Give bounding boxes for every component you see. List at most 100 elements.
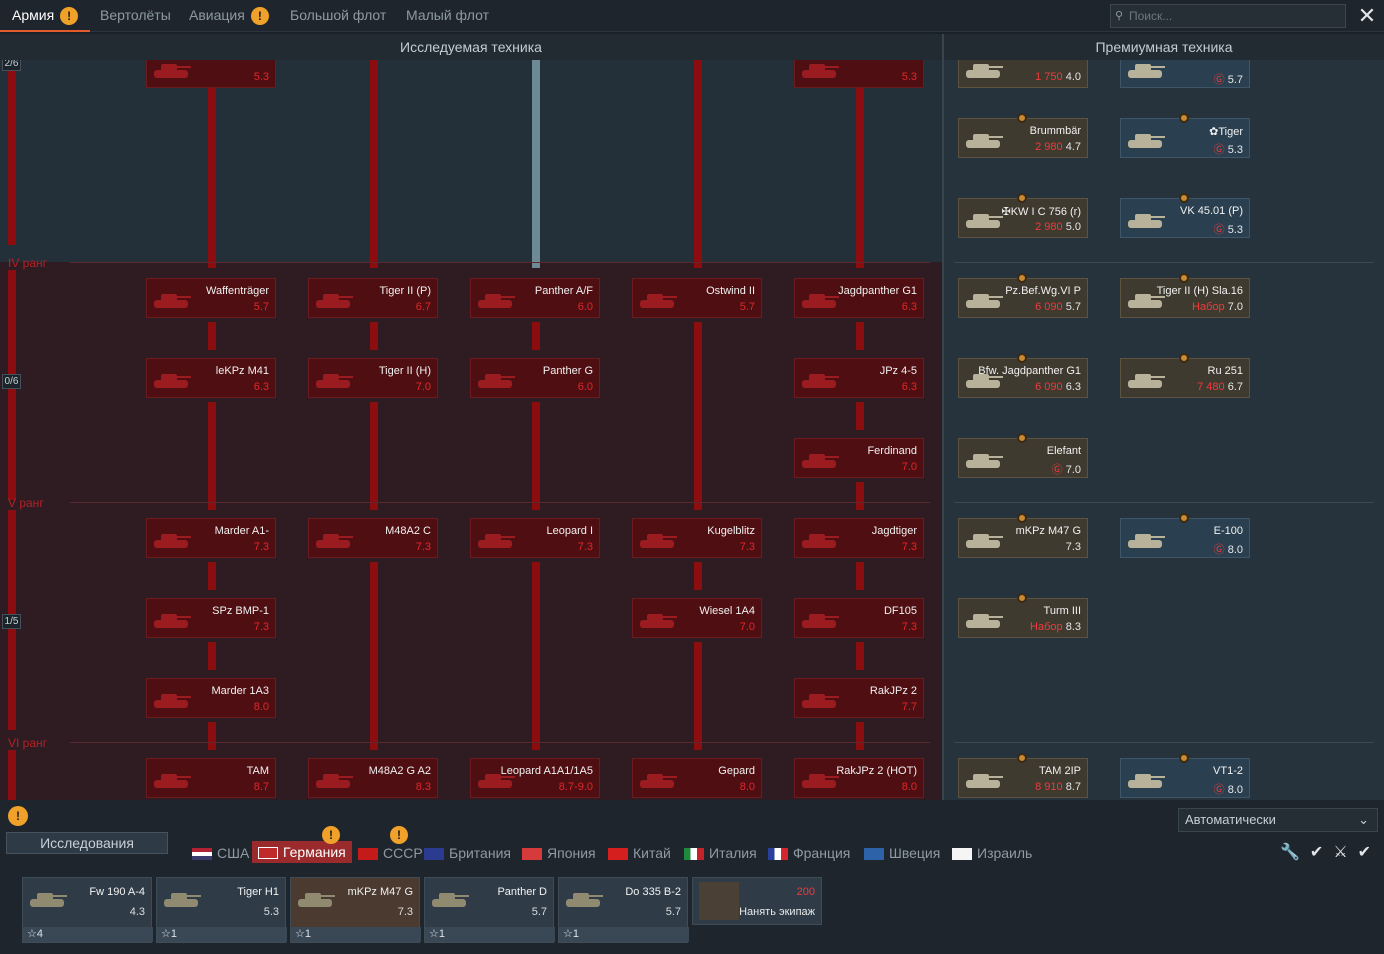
vehicle-card[interactable]: RakJPz 2 7.7 [794, 678, 924, 718]
premium-vehicle-card[interactable]: ✠KW I C 756 (r) 2 980 5.0 [958, 193, 1088, 238]
tab-aviation[interactable]: Авиация! [189, 0, 269, 32]
nation-usa[interactable]: США [192, 843, 249, 863]
vehicle-card[interactable]: DF105 7.3 [794, 598, 924, 638]
crew-portrait-icon [699, 882, 739, 920]
vehicle-card[interactable]: Leopard A1A1/1A5 8.7-9.0 [470, 758, 600, 798]
vehicle-name: Wiesel 1A4 [699, 605, 755, 617]
vehicle-card[interactable]: Jagdtiger 7.3 [794, 518, 924, 558]
premium-vehicle-card[interactable]: Tiger II (H) Sla.16 Набор 7.0 [1120, 273, 1250, 318]
vehicle-card[interactable]: Panther G 6.0 [470, 358, 600, 398]
nation-china[interactable]: Китай [608, 843, 671, 863]
premium-header: Премиумная техника [942, 34, 1384, 60]
flag-israel-icon [952, 848, 972, 861]
tab-bluewater-fleet[interactable]: Большой флот [290, 0, 386, 32]
crew-slot[interactable]: Do 335 B-2 5.7 ☆1 [558, 877, 689, 943]
vehicle-name: ✿Tiger [1209, 126, 1243, 138]
vehicle-price: Набор [1192, 301, 1225, 313]
premium-vehicle-card[interactable]: 1 750 4.0 [958, 60, 1088, 88]
vehicle-card[interactable]: Kugelblitz 7.3 [632, 518, 762, 558]
vehicle-card[interactable]: Tiger II (P) 6.7 [308, 278, 438, 318]
rank-label-v: V ранг [8, 496, 44, 510]
crew-slot[interactable]: Tiger H1 5.3 ☆1 [156, 877, 287, 943]
tree-line [694, 60, 702, 268]
vehicle-card[interactable]: Leopard I 7.3 [470, 518, 600, 558]
vehicle-card[interactable]: 5.3 [794, 60, 924, 88]
tree-line [208, 562, 216, 590]
vehicle-card[interactable]: leKPz M41 6.3 [146, 358, 276, 398]
auto-mode-select[interactable]: Автоматически ⌄ [1178, 808, 1378, 832]
tab-coastal-fleet[interactable]: Малый флот [406, 0, 489, 32]
tank-icon [313, 525, 353, 553]
tank-icon [799, 685, 839, 713]
tree-line [370, 562, 378, 750]
vehicle-icon [563, 884, 611, 914]
vehicle-card[interactable]: Marder A1- 7.3 [146, 518, 276, 558]
vehicle-name: ✠KW I C 756 (r) [1001, 206, 1081, 218]
nation-britain[interactable]: Британия [424, 843, 511, 863]
hire-crew-button[interactable]: 200 Нанять экипаж [692, 877, 822, 925]
premium-vehicle-card[interactable]: Brummbär 2 980 4.7 [958, 113, 1088, 158]
vehicle-card[interactable]: M48A2 G A2 8.3 [308, 758, 438, 798]
premium-vehicle-card[interactable]: VK 45.01 (P) Ⓖ 5.3 [1120, 193, 1250, 238]
close-button[interactable]: ✕ [1354, 3, 1380, 29]
rank-divider [954, 502, 1374, 503]
premium-vehicle-card[interactable]: Ru 251 7 480 6.7 [1120, 353, 1250, 398]
nation-japan[interactable]: Япония [522, 843, 596, 863]
premium-vehicles[interactable]: 1 750 4.0 Ⓖ 5.7 Brummbär 2 980 4.7 ✿Tiger Ⓖ 5… [942, 60, 1384, 800]
search-input[interactable]: ⚲ Поиск... [1110, 4, 1346, 28]
vehicle-card[interactable]: M48A2 C 7.3 [308, 518, 438, 558]
vehicle-card[interactable]: JPz 4-5 6.3 [794, 358, 924, 398]
crew-slot[interactable]: mKPz M47 G 7.3 ☆1 [290, 877, 421, 943]
premium-vehicle-card[interactable]: TAM 2IP 8 910 8.7 [958, 753, 1088, 798]
toolbar-icons[interactable]: 🔧✔⚔✔ [1280, 842, 1381, 862]
battle-rating: 5.7 [739, 301, 755, 313]
vehicle-card[interactable]: Panther A/F 6.0 [470, 278, 600, 318]
crew-slot[interactable]: Panther D 5.7 ☆1 [424, 877, 555, 943]
vehicle-card[interactable]: Tiger II (H) 7.0 [308, 358, 438, 398]
premium-vehicle-card[interactable]: Elefant Ⓖ 7.0 [958, 433, 1088, 478]
vehicle-card[interactable]: Ostwind II 5.7 [632, 278, 762, 318]
premium-vehicle-card[interactable]: Turm III Набор 8.3 [958, 593, 1088, 638]
nation-sweden[interactable]: Швеция [864, 843, 940, 863]
battle-rating: 7.3 [901, 541, 917, 553]
tank-icon [151, 60, 191, 83]
nation-israel[interactable]: Израиль [952, 843, 1032, 863]
tab-helicopters[interactable]: Вертолёты [100, 0, 171, 32]
nation-germany[interactable]: Германия [252, 841, 352, 863]
vehicle-card[interactable]: Marder 1A3 8.0 [146, 678, 276, 718]
research-toggle-button[interactable]: Исследования [6, 832, 168, 854]
notification-icon[interactable]: ! [8, 806, 28, 826]
nation-italy[interactable]: Италия [684, 843, 757, 863]
tank-icon [475, 525, 515, 553]
vehicle-card[interactable]: Ferdinand 7.0 [794, 438, 924, 478]
search-placeholder: Поиск... [1129, 9, 1173, 23]
tree-line [856, 322, 864, 350]
research-tree[interactable]: IV ранг V ранг VI ранг 2/6 0/6 1/5 5.3 5.… [0, 60, 942, 800]
premium-vehicle-card[interactable]: mKPz M47 G 7.3 [958, 513, 1088, 558]
vehicle-card[interactable]: Jagdpanther G1 6.3 [794, 278, 924, 318]
vehicle-card[interactable]: Gepard 8.0 [632, 758, 762, 798]
premium-vehicle-card[interactable]: VT1-2 Ⓖ 8.0 [1120, 753, 1250, 798]
nation-france[interactable]: Франция [768, 843, 850, 863]
vehicle-card[interactable]: RakJPz 2 (HOT) 8.0 [794, 758, 924, 798]
premium-vehicle-card[interactable]: Bfw. Jagdpanther G1 6 090 6.3 [958, 353, 1088, 398]
vehicle-name: SPz BMP-1 [212, 605, 269, 617]
vehicle-card[interactable]: TAM 8.7 [146, 758, 276, 798]
premium-vehicle-card[interactable]: Pz.Bef.Wg.VI P 6 090 5.7 [958, 273, 1088, 318]
crew-slot[interactable]: Fw 190 A-4 4.3 ☆4 [22, 877, 153, 943]
vehicle-card[interactable]: 5.3 [146, 60, 276, 88]
vehicle-name: Ferdinand [867, 445, 917, 457]
vehicle-cost-and-br: Ⓖ 8.0 [1214, 781, 1243, 797]
rank-label-vi: VI ранг [8, 736, 48, 750]
tab-army[interactable]: Армия! [0, 0, 91, 32]
premium-vehicle-card[interactable]: Ⓖ 5.7 [1120, 60, 1250, 88]
vehicle-card[interactable]: Waffenträger 5.7 [146, 278, 276, 318]
premium-vehicle-card[interactable]: ✿Tiger Ⓖ 5.3 [1120, 113, 1250, 158]
vehicle-card[interactable]: SPz BMP-1 7.3 [146, 598, 276, 638]
vehicle-card[interactable]: Wiesel 1A4 7.0 [632, 598, 762, 638]
vehicle-price: 7 480 [1197, 381, 1225, 393]
tank-icon [799, 605, 839, 633]
premium-vehicle-card[interactable]: E-100 Ⓖ 8.0 [1120, 513, 1250, 558]
nation-ussr[interactable]: СССР [358, 843, 423, 863]
vehicle-price: Ⓖ [1051, 464, 1063, 476]
